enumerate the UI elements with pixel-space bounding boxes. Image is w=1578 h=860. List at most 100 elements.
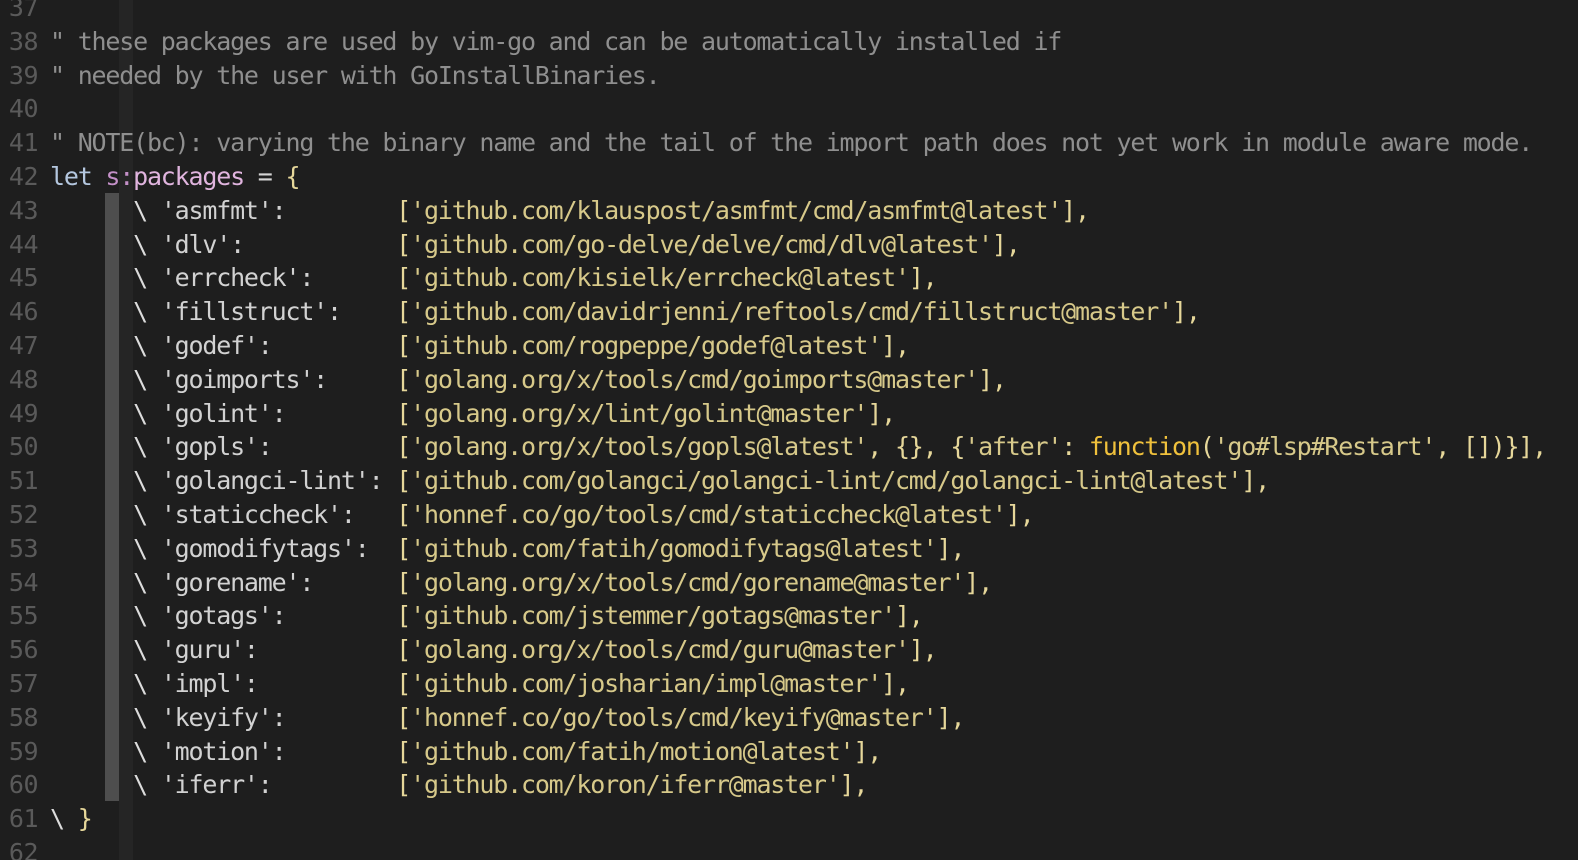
token-string: 'honnef.co/go/tools/cmd/keyify@master' xyxy=(410,702,938,732)
code-line[interactable]: 59 \ 'motion': ['github.com/fatih/motion… xyxy=(0,735,1578,769)
token-key: 'golint': xyxy=(160,398,397,428)
line-content: let s:packages = { xyxy=(50,160,301,194)
token-string: 'github.com/fatih/motion@latest' xyxy=(410,736,854,766)
line-number: 54 xyxy=(8,567,39,597)
code-line[interactable]: 49 \ 'golint': ['golang.org/x/lint/golin… xyxy=(0,397,1578,431)
code-line[interactable]: 54 \ 'gorename': ['golang.org/x/tools/cm… xyxy=(0,566,1578,600)
token-string: 'github.com/klauspost/asmfmt/cmd/asmfmt@… xyxy=(410,195,1062,225)
code-line[interactable]: 37 xyxy=(0,0,1578,25)
token-scope: s: xyxy=(105,162,134,191)
token-continuation: \ xyxy=(133,702,161,732)
code-line[interactable]: 48 \ 'goimports': ['golang.org/x/tools/c… xyxy=(0,363,1578,397)
code-line[interactable]: 39 " needed by the user with GoInstallBin… xyxy=(0,59,1578,93)
token-punct: , {}, { xyxy=(867,432,965,462)
token-op: = xyxy=(243,162,286,191)
code-line[interactable]: 51 \ 'golangci-lint': ['github.com/golan… xyxy=(0,464,1578,498)
line-number: 57 xyxy=(8,669,39,698)
code-line[interactable]: 53 \ 'gomodifytags': ['github.com/fatih/… xyxy=(0,532,1578,566)
token-key: 'iferr': xyxy=(160,770,397,800)
token-comment: " these packages are used by vim-go and … xyxy=(50,26,1062,56)
line-content: \ 'iferr': ['github.com/koron/iferr@mast… xyxy=(50,768,868,802)
token-continuation: \ xyxy=(133,331,161,360)
token-string: 'github.com/rogpeppe/godef@latest' xyxy=(410,331,882,360)
line-content: \ 'gomodifytags': ['github.com/fatih/gom… xyxy=(50,532,966,566)
token-punct: [ xyxy=(396,195,411,225)
token-ident: packages xyxy=(133,162,245,191)
code-line[interactable]: 46 \ 'fillstruct': ['github.com/davidrje… xyxy=(0,295,1578,329)
token-continuation: \ xyxy=(133,533,161,563)
line-number: 51 xyxy=(8,466,39,496)
line-content: \ 'golint': ['golang.org/x/lint/golint@m… xyxy=(50,397,896,431)
line-content: \ 'golangci-lint': ['github.com/golangci… xyxy=(50,464,1270,498)
code-line[interactable]: 60 \ 'iferr': ['github.com/koron/iferr@m… xyxy=(0,768,1578,802)
line-number: 50 xyxy=(8,432,39,462)
token-punct: ], xyxy=(894,601,924,631)
line-content: \ } xyxy=(50,802,93,836)
code-line[interactable]: 45 \ 'errcheck': ['github.com/kisielk/er… xyxy=(0,261,1578,295)
code-line[interactable]: 61 \ } xyxy=(0,802,1578,836)
token-continuation: \ xyxy=(50,804,78,834)
token-punct: ], xyxy=(936,533,966,563)
token-string: 'github.com/go-delve/delve/cmd/dlv@lates… xyxy=(410,229,993,259)
token-punct: ], xyxy=(936,702,966,732)
line-number: 49 xyxy=(8,398,39,428)
code-line[interactable]: 62 xyxy=(0,836,1578,860)
token-punct: [ xyxy=(396,736,411,766)
token-punct: ], xyxy=(1241,466,1270,496)
token-continuation: \ xyxy=(133,263,161,293)
code-line[interactable]: 52 \ 'staticcheck': ['honnef.co/go/tools… xyxy=(0,498,1578,532)
line-number: 46 xyxy=(8,297,39,327)
token-string: 'go#lsp#Restart' xyxy=(1213,432,1437,462)
token-punct: [ xyxy=(396,229,411,259)
token-key: 'gopls': xyxy=(160,432,397,462)
code-line[interactable]: 47 \ 'godef': ['github.com/rogpeppe/gode… xyxy=(0,329,1578,363)
token-continuation: \ xyxy=(133,364,161,394)
token-punct: [ xyxy=(396,635,411,665)
token-string: 'golang.org/x/tools/cmd/goimports@master… xyxy=(410,364,979,394)
token-punct: [ xyxy=(396,601,411,631)
token-key: 'gotags': xyxy=(160,601,397,631)
token-string: 'github.com/golangci/golangci-lint/cmd/g… xyxy=(410,466,1242,496)
code-line[interactable]: 44 \ 'dlv': ['github.com/go-delve/delve/… xyxy=(0,228,1578,262)
code-line[interactable]: 43 \ 'asmfmt': ['github.com/klauspost/as… xyxy=(0,194,1578,228)
line-number: 39 xyxy=(8,60,39,90)
token-punct: ], xyxy=(1061,195,1090,225)
code-editor[interactable]: 37 38 " these packages are used by vim-go … xyxy=(0,0,1578,860)
code-line[interactable]: 57 \ 'impl': ['github.com/josharian/impl… xyxy=(0,667,1578,701)
token-string: 'github.com/jstemmer/gotags@master' xyxy=(410,601,896,631)
line-content: " NOTE(bc): varying the binary name and … xyxy=(50,126,1533,160)
code-line[interactable]: 55 \ 'gotags': ['github.com/jstemmer/got… xyxy=(0,599,1578,633)
line-number: 44 xyxy=(8,229,39,259)
code-line[interactable]: 56 \ 'guru': ['golang.org/x/tools/cmd/gu… xyxy=(0,633,1578,667)
token-key: 'errcheck': xyxy=(160,263,397,293)
line-content: \ 'godef': ['github.com/rogpeppe/godef@l… xyxy=(50,329,910,363)
code-line[interactable]: 58 \ 'keyify': ['honnef.co/go/tools/cmd/… xyxy=(0,701,1578,735)
line-number: 42 xyxy=(8,162,39,191)
token-punct: [ xyxy=(396,364,411,394)
token-key: 'fillstruct': xyxy=(160,297,397,327)
line-number: 41 xyxy=(8,128,39,158)
code-line[interactable]: 41 " NOTE(bc): varying the binary name an… xyxy=(0,126,1578,160)
code-line[interactable]: 50 \ 'gopls': ['golang.org/x/tools/gopls… xyxy=(0,430,1578,464)
code-line[interactable]: 40 xyxy=(0,92,1578,126)
line-content: \ 'dlv': ['github.com/go-delve/delve/cmd… xyxy=(50,228,1021,262)
token-punct: [ xyxy=(396,263,411,293)
token-punct: [ xyxy=(396,702,411,732)
code-line[interactable]: 42 let s:packages = { xyxy=(0,160,1578,194)
token-punct: [ xyxy=(396,398,411,428)
code-line[interactable]: 38 " these packages are used by vim-go an… xyxy=(0,25,1578,59)
line-number: 47 xyxy=(8,331,39,360)
token-punct: [ xyxy=(396,770,411,800)
token-continuation: \ xyxy=(133,635,161,665)
token-continuation: \ xyxy=(133,770,161,800)
